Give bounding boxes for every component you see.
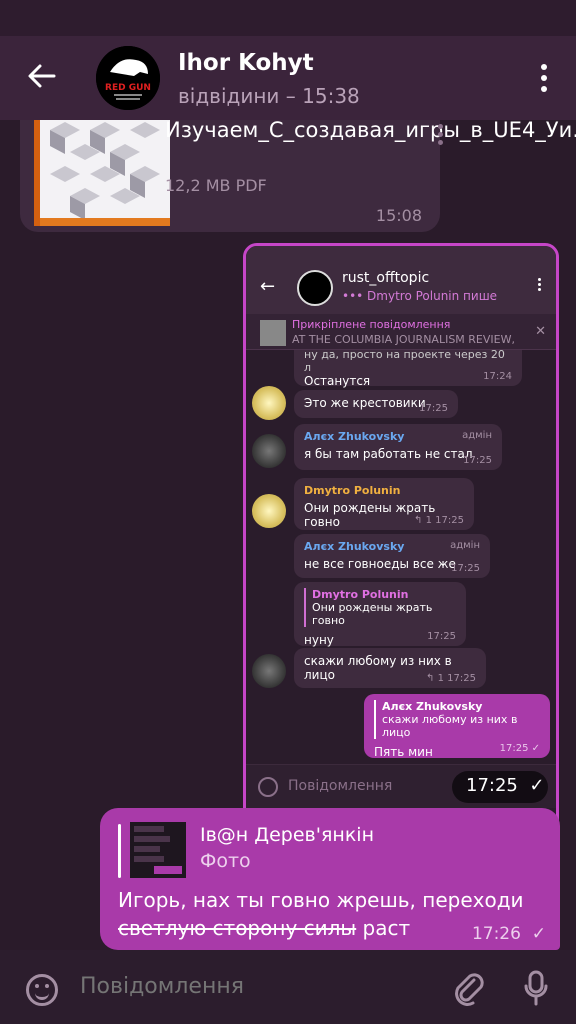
embedded-chat-title: rust_offtopic [342,270,430,286]
reply-indicator [118,824,121,878]
embedded-message: Алєх Zhukovsky адмін я бы там работать н… [294,424,502,470]
embedded-user-avatar [252,434,286,468]
microphone-icon[interactable] [524,970,548,1006]
reply-author[interactable]: Ів@н Дерев'янкін [200,824,374,846]
embedded-user-avatar [252,654,286,688]
embedded-message: ну да, просто на проекте через 20 л Оста… [294,348,522,388]
contact-name[interactable]: Ihor Kohyt [178,50,314,76]
back-arrow-icon[interactable] [26,60,58,92]
embedded-message: Это же крестовики 17:25 [294,390,458,418]
last-seen-status: відвідини – 15:38 [178,84,360,108]
strikethrough-text: светлую сторону силы [118,916,357,940]
reply-photo-thumbnail[interactable] [130,822,186,878]
embedded-message: скажи любому из них в лицо ↰ 1 17:25 [294,648,486,688]
embedded-unpin-icon: ✕ [535,324,546,339]
reply-type: Фото [200,850,251,872]
file-message[interactable]: Изучаем_C_создавая_игры_в_UE4_Уи… 12,2 M… [20,120,576,232]
embedded-chat-header: ← rust_offtopic ••• Dmytro Polunin пише [246,246,556,314]
embedded-pinned-message: Прикріплене повідомлення AT THE COLUMBIA… [246,314,556,350]
file-name[interactable]: Изучаем_C_создавая_игры_в_UE4_Уи… [165,120,576,145]
outgoing-reply-message[interactable]: Ів@н Дерев'янкін Фото Игорь, нах ты говн… [100,808,560,950]
status-bar [0,0,576,36]
embedded-message: Dmytro Polunin Они рождены жрать говно ↰… [294,478,474,530]
embedded-message: Алєх Zhukovsky адмін не все говноеды все… [294,534,490,578]
avatar[interactable]: RED GUN [96,46,160,110]
embedded-user-avatar [252,386,286,420]
message-input[interactable] [80,974,420,999]
file-menu-icon[interactable] [438,124,444,145]
embedded-menu-icon [538,278,542,294]
embedded-avatar [297,270,333,306]
pdf-thumbnail [34,120,170,226]
more-menu-icon[interactable] [540,64,548,94]
photo-timestamp: 17:25 ✓ [452,771,548,803]
avatar-logo-text: RED GUN [105,83,151,93]
embedded-back-icon: ← [260,276,276,297]
file-size: 12,2 MB PDF [165,176,267,195]
attach-icon[interactable] [452,972,486,1006]
embedded-user-avatar [252,494,286,528]
emoji-icon[interactable] [26,974,58,1006]
embedded-composer: Повідомлення 17:25 ✓ [246,764,556,808]
embedded-input-placeholder: Повідомлення [288,778,393,794]
message-time: 17:26 ✓ [471,924,546,944]
message-time: 15:08 [375,206,422,225]
embedded-outgoing-message: Алєх Zhukovsky скажи любому из них в лиц… [364,694,550,759]
message-list[interactable]: Изучаем_C_создавая_игры_в_UE4_Уи… 12,2 M… [0,120,576,950]
chat-header: RED GUN Ihor Kohyt відвідини – 15:38 [0,36,576,120]
embedded-pinned-thumb [260,320,286,346]
embedded-pinned-text: AT THE COLUMBIA JOURNALISM REVIEW, [292,333,515,346]
embedded-message: Dmytro Polunin Они рождены жрать говно н… [294,582,466,647]
embedded-pinned-label: Прикріплене повідомлення [292,318,451,331]
message-composer [0,950,576,1024]
embedded-emoji-icon [258,777,278,797]
embedded-typing-status: ••• Dmytro Polunin пише [342,289,498,303]
